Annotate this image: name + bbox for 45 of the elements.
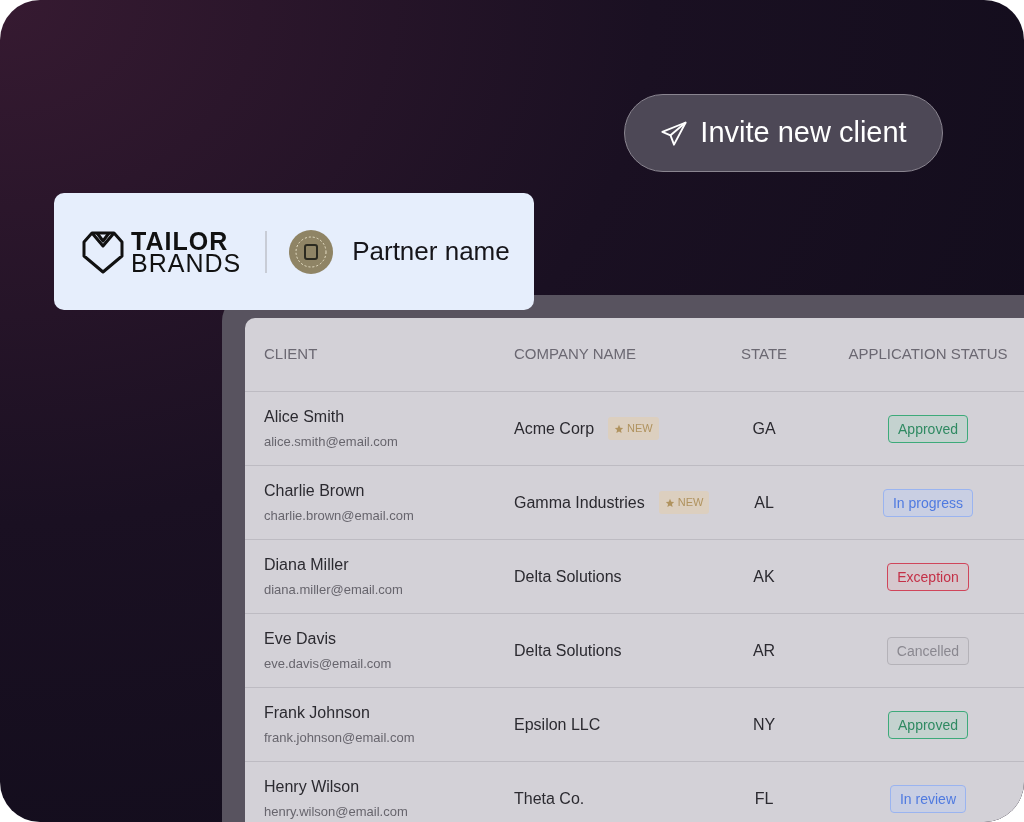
state-code: AK bbox=[753, 566, 775, 587]
client-email: eve.davis@email.com bbox=[264, 655, 393, 674]
company-name: Theta Co. bbox=[514, 788, 585, 809]
company-name: Delta Solutions bbox=[514, 640, 622, 661]
client-name: Diana Miller bbox=[264, 555, 350, 576]
client-name: Henry Wilson bbox=[264, 777, 361, 798]
status-badge: Cancelled bbox=[886, 636, 970, 665]
new-badge: NEW bbox=[658, 491, 710, 514]
status-badge: In progress bbox=[882, 488, 973, 517]
client-name: Frank Johnson bbox=[264, 703, 371, 724]
client-name: Alice Smith bbox=[264, 407, 346, 428]
column-header: CLIENT bbox=[264, 344, 319, 365]
state-code: GA bbox=[752, 418, 776, 439]
state-code: AL bbox=[754, 492, 774, 513]
company-name: Epsilon LLC bbox=[514, 714, 601, 735]
client-email: charlie.brown@email.com bbox=[264, 507, 415, 526]
logo-wordmark: TAILOR bbox=[131, 229, 229, 252]
client-name: Eve Davis bbox=[264, 629, 338, 650]
paper-plane-icon bbox=[660, 119, 689, 147]
company-name: Gamma Industries bbox=[514, 492, 645, 513]
status-badge: Approved bbox=[888, 414, 968, 443]
partner-name: Partner name bbox=[352, 235, 510, 268]
invite-button[interactable]: Invite new client bbox=[624, 94, 943, 172]
client-email: henry.wilson@email.com bbox=[264, 803, 409, 822]
column-header: APPLICATION STATUS bbox=[848, 344, 1008, 365]
status-badge: Approved bbox=[888, 710, 968, 739]
client-email: diana.miller@email.com bbox=[264, 581, 404, 600]
client-email: frank.johnson@email.com bbox=[264, 729, 416, 748]
logo-wordmark: BRANDS bbox=[131, 251, 242, 274]
star-icon bbox=[614, 423, 625, 434]
seal-icon bbox=[289, 229, 334, 274]
column-header: STATE bbox=[740, 344, 788, 365]
client-name: Charlie Brown bbox=[264, 481, 366, 502]
column-header: COMPANY NAME bbox=[514, 344, 637, 365]
state-code: FL bbox=[754, 788, 774, 809]
star-icon bbox=[664, 497, 675, 508]
company-name: Delta Solutions bbox=[514, 566, 622, 587]
status-badge: Exception bbox=[887, 562, 969, 591]
company-name: Acme Corp bbox=[514, 418, 595, 439]
tailor-brands-logo-icon bbox=[82, 229, 124, 274]
state-code: AR bbox=[752, 640, 776, 661]
status-badge: In review bbox=[890, 784, 966, 813]
new-badge: NEW bbox=[608, 417, 659, 440]
state-code: NY bbox=[752, 714, 776, 735]
client-email: alice.smith@email.com bbox=[264, 433, 399, 452]
